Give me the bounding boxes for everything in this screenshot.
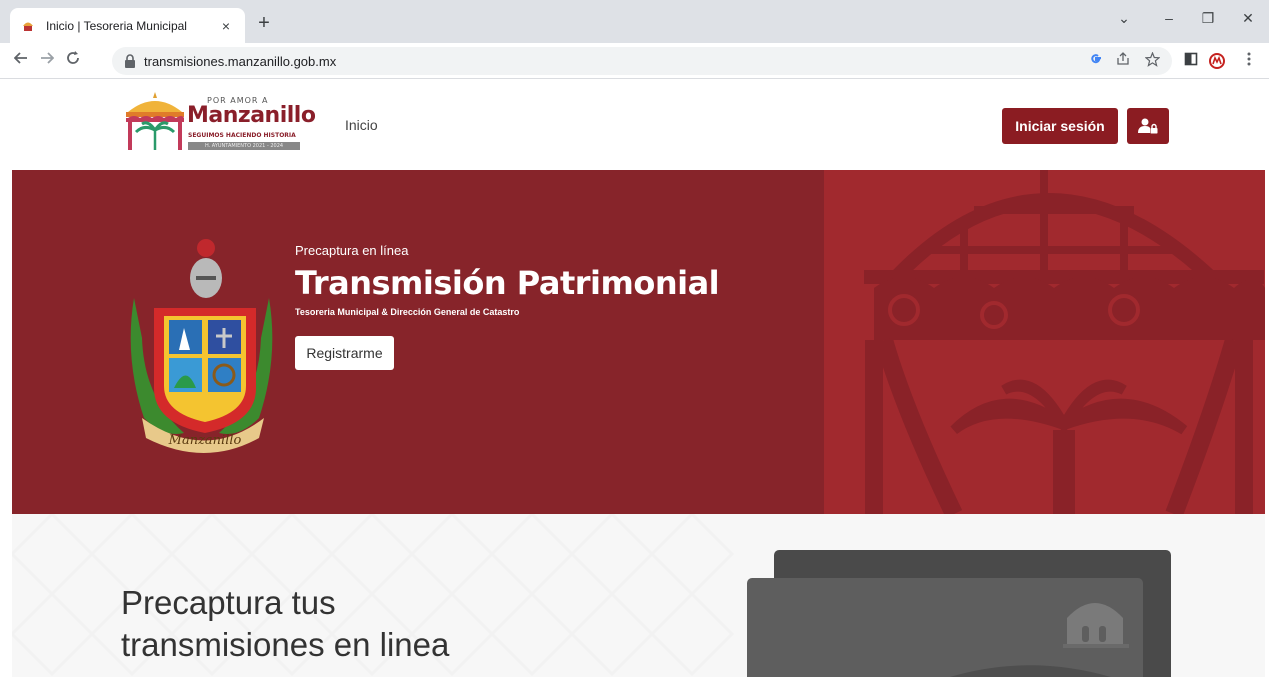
hero-title: Transmisión Patrimonial: [295, 264, 720, 302]
lock-icon: [125, 54, 135, 68]
tab-title: Inicio | Tesoreria Municipal: [46, 18, 187, 33]
site-favicon-icon: [20, 18, 36, 34]
restore-button[interactable]: ❐: [1196, 10, 1220, 27]
forward-arrow-icon[interactable]: [36, 50, 58, 72]
bookmark-star-icon[interactable]: [1143, 51, 1161, 70]
address-bar[interactable]: transmisiones.manzanillo.gob.mx: [112, 47, 1172, 75]
kiosk-illustration-icon: [950, 603, 1129, 677]
hero-banner: Manzanillo Precaptura en línea Transmisi…: [12, 170, 1265, 514]
site-logo[interactable]: POR AMOR A Manzanillo SEGUIMOS HACIENDO …: [120, 90, 316, 155]
hero-decorative-panel: [824, 170, 1265, 514]
extension-icon[interactable]: [1208, 52, 1226, 70]
nav-inicio-link[interactable]: Inicio: [345, 117, 378, 133]
municipal-crest-icon: Manzanillo: [130, 239, 273, 453]
site-header: POR AMOR A Manzanillo SEGUIMOS HACIENDO …: [12, 80, 1265, 170]
browser-tab-strip: Inicio | Tesoreria Municipal × + ⌄ – ❐ ✕: [0, 0, 1269, 43]
login-button[interactable]: Iniciar sesión: [1002, 108, 1118, 144]
page-right-edge: [1265, 80, 1269, 677]
register-button[interactable]: Registrarme: [295, 336, 394, 370]
minimize-button[interactable]: –: [1157, 10, 1181, 26]
logo-name: Manzanillo: [187, 103, 316, 128]
reload-icon[interactable]: [62, 50, 84, 72]
new-tab-button[interactable]: +: [252, 11, 276, 35]
back-arrow-icon[interactable]: [10, 50, 32, 72]
google-icon[interactable]: [1087, 52, 1105, 70]
side-panel-icon[interactable]: [1182, 52, 1200, 70]
hero-subtitle: Tesoreria Municipal & Dirección General …: [295, 307, 520, 317]
browser-tab[interactable]: Inicio | Tesoreria Municipal ×: [10, 8, 245, 43]
kiosk-pattern-icon: [864, 170, 1265, 514]
crest-ribbon-text: Manzanillo: [168, 433, 242, 448]
browser-toolbar: transmisiones.manzanillo.gob.mx: [0, 43, 1269, 79]
menu-kebab-icon[interactable]: [1240, 52, 1258, 70]
close-window-button[interactable]: ✕: [1236, 10, 1260, 27]
user-register-button[interactable]: [1127, 108, 1169, 144]
intro-title: Precaptura tus transmisiones en linea: [121, 584, 450, 663]
intro-section: Precaptura tus transmisiones en linea: [12, 514, 1265, 677]
logo-tagline: SEGUIMOS HACIENDO HISTORIA: [188, 132, 296, 139]
share-icon[interactable]: [1114, 52, 1132, 70]
tab-close-icon[interactable]: ×: [217, 18, 235, 34]
preview-card: [747, 578, 1143, 677]
url-text: transmisiones.manzanillo.gob.mx: [144, 53, 337, 69]
hero-kicker: Precaptura en línea: [295, 243, 409, 258]
kiosk-logo-icon: [126, 92, 184, 150]
tab-search-icon[interactable]: ⌄: [1112, 10, 1136, 27]
logo-period: H. AYUNTAMIENTO 2021 - 2024: [188, 142, 300, 150]
user-lock-icon: [1138, 118, 1158, 134]
